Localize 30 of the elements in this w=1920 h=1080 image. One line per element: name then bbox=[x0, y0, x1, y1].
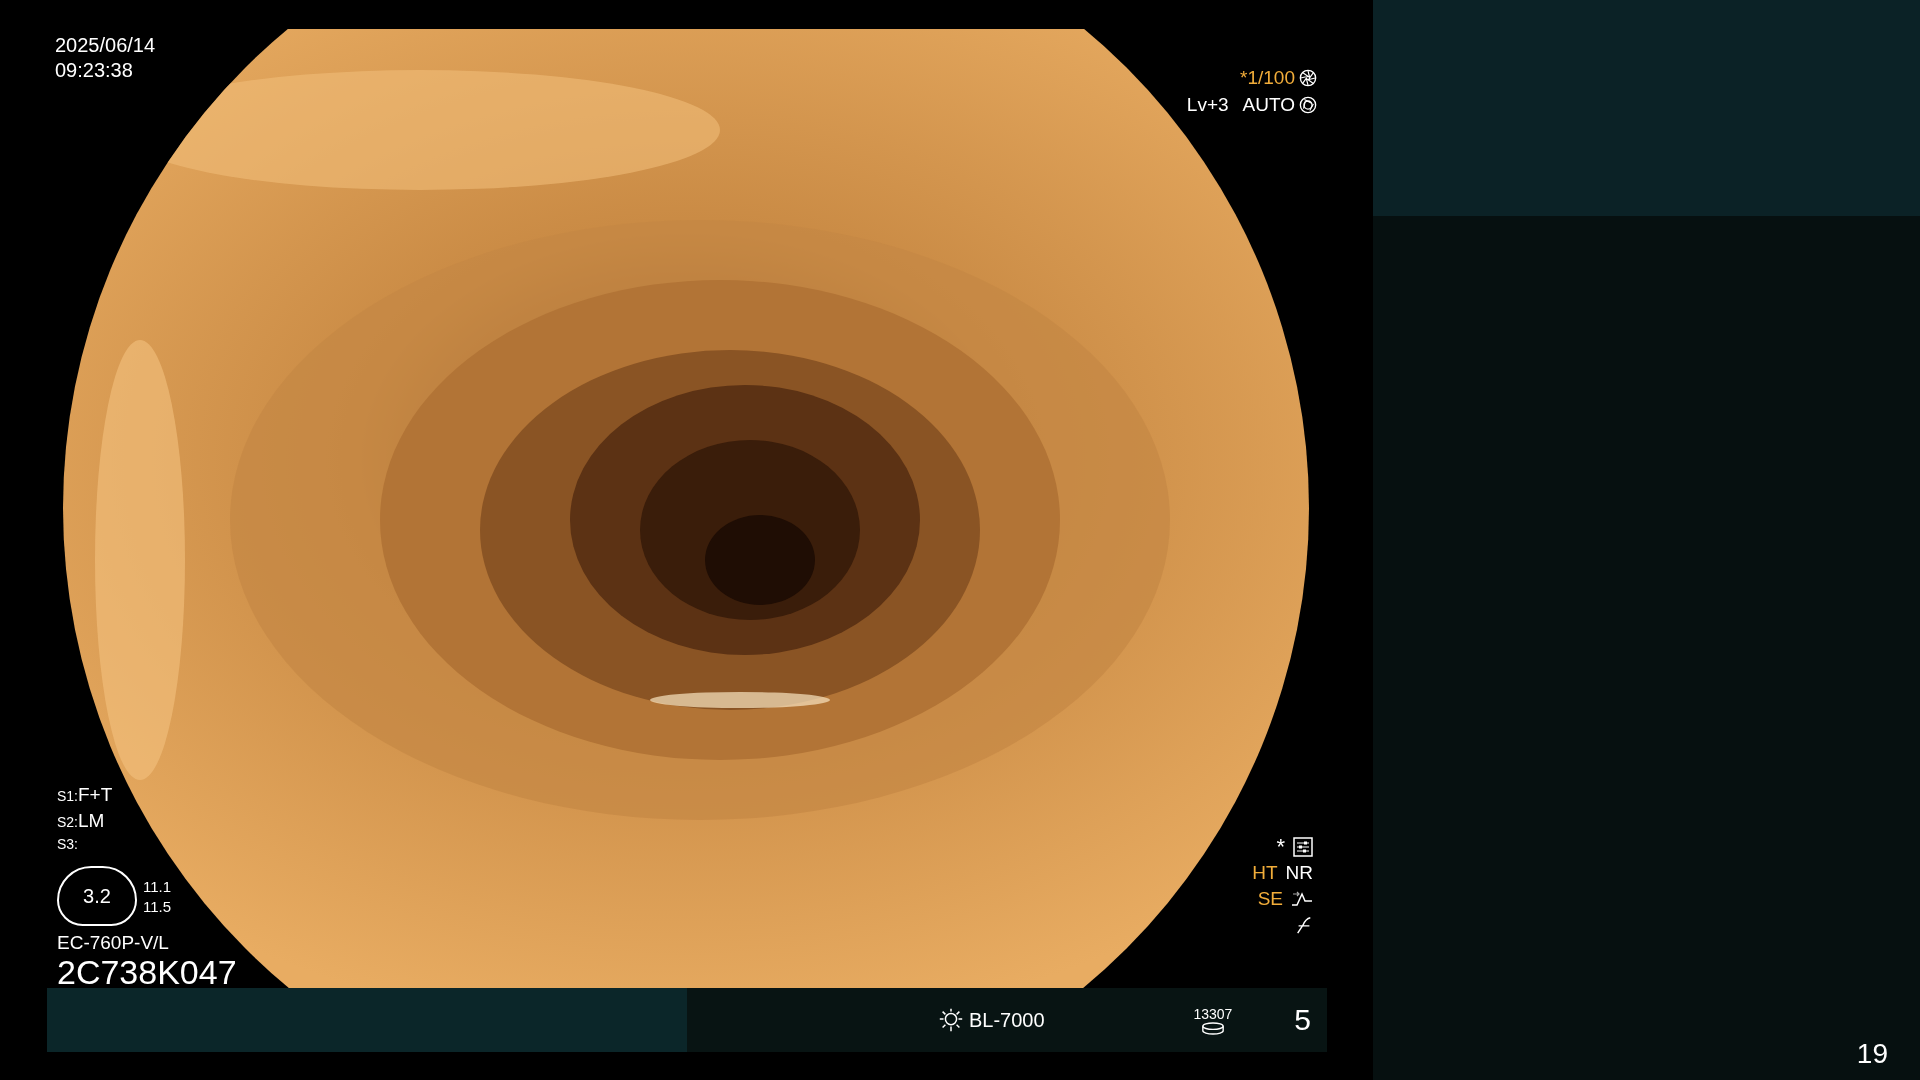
scope-model-text: EC-760P-V/L bbox=[57, 932, 170, 954]
shutter-speed-text: *1/100 bbox=[1240, 67, 1295, 89]
gauge-reading: 11.5 bbox=[143, 897, 172, 915]
enhance-mode-text: SE bbox=[1257, 888, 1283, 910]
switch-value: LM bbox=[78, 810, 105, 832]
slide-number: 19 bbox=[1856, 1038, 1888, 1070]
time-text: 09:23:38 bbox=[55, 58, 134, 83]
switch-value: F+T bbox=[78, 784, 113, 806]
image-mode-text: NR bbox=[1285, 862, 1313, 884]
exposure-mode-text: AUTO bbox=[1242, 94, 1295, 116]
aperture-icon bbox=[1299, 96, 1317, 114]
image-mode-text: HT bbox=[1252, 862, 1278, 884]
counter-text: 13307 bbox=[1193, 1005, 1233, 1022]
sliders-icon bbox=[1293, 837, 1313, 857]
disk-icon bbox=[1200, 1021, 1225, 1035]
shutter-icon bbox=[1299, 69, 1317, 87]
switch-label: S2: bbox=[57, 814, 78, 830]
asterisk-text: * bbox=[1276, 834, 1285, 860]
lamp-icon bbox=[937, 1006, 965, 1034]
switch-label: S1: bbox=[57, 788, 78, 804]
curve-icon bbox=[1291, 889, 1313, 909]
slash-f-icon bbox=[1295, 915, 1313, 935]
switch-label: S3: bbox=[57, 836, 78, 852]
number-text: 5 bbox=[1294, 1003, 1311, 1037]
date-text: 2025/06/14 bbox=[55, 33, 156, 58]
gauge-value: 3.2 bbox=[83, 884, 111, 908]
gauge-reading: 11.1 bbox=[143, 877, 172, 895]
scope-serial-text: 2C738K047 bbox=[57, 954, 237, 990]
exposure-level-text: Lv+3 bbox=[1186, 94, 1229, 116]
light-source-text: BL-7000 bbox=[969, 1008, 1045, 1032]
